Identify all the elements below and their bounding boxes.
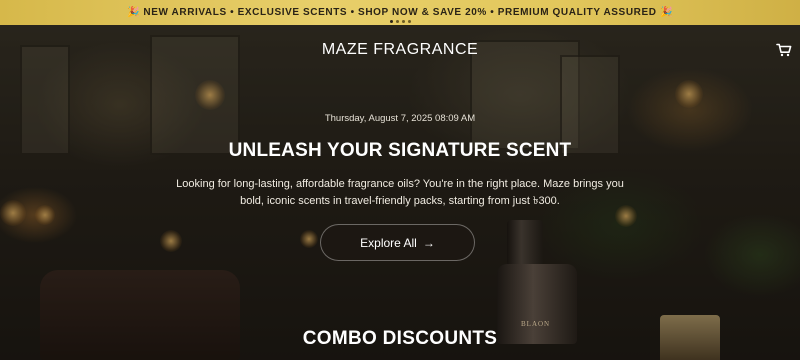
announcement-dots — [0, 20, 800, 23]
announcement-bar: 🎉 NEW ARRIVALS • EXCLUSIVE SCENTS • SHOP… — [0, 0, 800, 25]
hero-description-line: bold, iconic scents in travel-friendly p… — [240, 195, 560, 207]
explore-all-label: Explore All — [360, 235, 417, 250]
shopping-cart-icon[interactable] — [776, 43, 792, 57]
perfume-bottle: BLAON — [497, 220, 577, 344]
hero-headline: UNLEASH YOUR SIGNATURE SCENT — [228, 140, 572, 161]
hero-description-line: Looking for long-lasting, affordable fra… — [176, 178, 624, 190]
carousel-dot[interactable] — [389, 20, 393, 23]
carousel-dot[interactable] — [395, 20, 399, 23]
carousel-dot[interactable] — [407, 20, 411, 23]
announcement-text: 🎉 NEW ARRIVALS • EXCLUSIVE SCENTS • SHOP… — [126, 7, 673, 18]
arrow-right-icon: → — [422, 235, 435, 250]
bottle-label: BLAON — [521, 320, 551, 328]
brand-logo[interactable]: MAZE FRAGRANCE — [0, 41, 800, 59]
carousel-dot[interactable] — [401, 20, 405, 23]
combo-discounts-heading: COMBO DISCOUNTS — [302, 328, 498, 349]
explore-all-button[interactable]: Explore All → — [320, 224, 475, 261]
bottle-cap — [507, 220, 543, 266]
current-datetime: Thursday, August 7, 2025 08:09 AM — [324, 113, 476, 124]
hero-description: Looking for long-lasting, affordable fra… — [0, 176, 800, 210]
site-header: MAZE FRAGRANCE — [0, 25, 800, 75]
